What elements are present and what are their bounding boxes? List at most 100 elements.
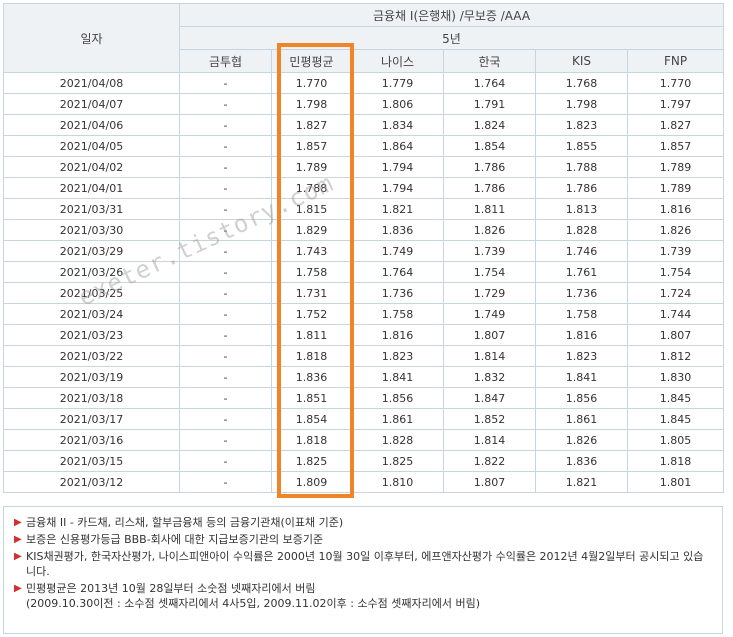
- korea-cell: 1.811: [443, 198, 536, 220]
- fnp-cell: 1.754: [626, 261, 725, 283]
- rates-table: 일자 금융채 I(은행채) /무보증 /AAA 5년 금투협 민평평균 나이스 …: [3, 3, 725, 493]
- bullet-icon: ▶: [14, 583, 22, 594]
- table-row: 2021/03/31-1.815 1.821 1.811 1.813 1.816: [3, 198, 725, 220]
- kofia-cell: -: [179, 198, 272, 220]
- kofia-cell: -: [179, 282, 272, 304]
- fnp-cell: 1.812: [626, 345, 725, 367]
- average-cell: 1.857: [271, 135, 352, 157]
- fnp-cell: 1.818: [626, 450, 725, 472]
- note-text: 금융채 II - 카드채, 리스채, 할부금융채 등의 금융기관채(이표채 기준…: [26, 516, 344, 529]
- nice-cell: 1.825: [351, 450, 444, 472]
- kis-cell: 1.836: [535, 450, 628, 472]
- kis-cell: 1.736: [535, 282, 628, 304]
- fnp-cell: 1.770: [626, 72, 725, 94]
- kofia-cell: -: [179, 177, 272, 199]
- nice-cell: 1.806: [351, 93, 444, 115]
- date-cell: 2021/03/18: [3, 387, 180, 409]
- table-row: 2021/03/12-1.809 1.810 1.807 1.821 1.801: [3, 471, 725, 493]
- nice-cell: 1.856: [351, 387, 444, 409]
- nice-cell: 1.864: [351, 135, 444, 157]
- notes-box: ▶ 금융채 II - 카드채, 리스채, 할부금융채 등의 금융기관채(이표채 …: [3, 506, 723, 634]
- group-header: 금융채 I(은행채) /무보증 /AAA: [178, 3, 725, 27]
- date-cell: 2021/03/12: [3, 471, 180, 493]
- korea-cell: 1.814: [443, 345, 536, 367]
- korea-cell: 1.824: [443, 114, 536, 136]
- table-body: 2021/04/08-1.770 1.779 1.764 1.768 1.770 2021…: [3, 72, 725, 493]
- kofia-cell: -: [179, 408, 272, 430]
- kis-cell: 1.828: [535, 219, 628, 241]
- kofia-cell: -: [179, 450, 272, 472]
- table-row: 2021/04/07-1.798 1.806 1.791 1.798 1.797: [3, 93, 725, 115]
- kis-cell: 1.855: [535, 135, 628, 157]
- date-cell: 2021/04/07: [3, 93, 180, 115]
- kis-cell: 1.856: [535, 387, 628, 409]
- kofia-cell: -: [179, 93, 272, 115]
- average-cell: 1.752: [271, 303, 352, 325]
- nice-cell: 1.758: [351, 303, 444, 325]
- average-cell: 1.818: [271, 429, 352, 451]
- date-cell: 2021/03/19: [3, 366, 180, 388]
- date-column-header: 일자: [3, 3, 180, 73]
- date-cell: 2021/03/22: [3, 345, 180, 367]
- average-cell: 1.798: [271, 93, 352, 115]
- korea-cell: 1.749: [443, 303, 536, 325]
- kofia-cell: -: [179, 387, 272, 409]
- korea-cell: 1.729: [443, 282, 536, 304]
- kis-cell: 1.786: [535, 177, 628, 199]
- table-row: 2021/03/18-1.851 1.856 1.847 1.856 1.845: [3, 387, 725, 409]
- korea-cell: 1.786: [443, 177, 536, 199]
- tenor-header: 5년: [178, 26, 725, 50]
- date-cell: 2021/03/17: [3, 408, 180, 430]
- average-cell: 1.731: [271, 282, 352, 304]
- kis-cell: 1.788: [535, 156, 628, 178]
- fnp-cell: 1.816: [626, 198, 725, 220]
- nice-cell: 1.841: [351, 366, 444, 388]
- korea-cell: 1.814: [443, 429, 536, 451]
- fnp-cell: 1.826: [626, 219, 725, 241]
- kofia-cell: -: [179, 345, 272, 367]
- kis-cell: 1.746: [535, 240, 628, 262]
- kis-cell: 1.861: [535, 408, 628, 430]
- korea-cell: 1.791: [443, 93, 536, 115]
- kis-cell: 1.798: [535, 93, 628, 115]
- average-cell: 1.809: [271, 471, 352, 493]
- nice-cell: 1.828: [351, 429, 444, 451]
- nice-cell: 1.794: [351, 156, 444, 178]
- bullet-icon: ▶: [14, 551, 22, 562]
- average-cell: 1.851: [271, 387, 352, 409]
- korea-cell: 1.822: [443, 450, 536, 472]
- column-header-korea: 한국: [443, 49, 536, 73]
- average-cell: 1.770: [271, 72, 352, 94]
- fnp-cell: 1.807: [626, 324, 725, 346]
- average-cell: 1.818: [271, 345, 352, 367]
- column-header-kofia: 금투협: [179, 49, 272, 73]
- korea-cell: 1.832: [443, 366, 536, 388]
- table-row: 2021/04/06-1.827 1.834 1.824 1.823 1.827: [3, 114, 725, 136]
- fnp-cell: 1.830: [626, 366, 725, 388]
- korea-cell: 1.739: [443, 240, 536, 262]
- table-row: 2021/03/22-1.818 1.823 1.814 1.823 1.812: [3, 345, 725, 367]
- nice-cell: 1.823: [351, 345, 444, 367]
- date-cell: 2021/03/15: [3, 450, 180, 472]
- date-cell: 2021/03/30: [3, 219, 180, 241]
- note-text: 민평평균은 2013년 10월 28일부터 소숫점 넷째자리에서 버림: [26, 582, 316, 595]
- korea-cell: 1.852: [443, 408, 536, 430]
- fnp-cell: 1.827: [626, 114, 725, 136]
- average-cell: 1.825: [271, 450, 352, 472]
- kofia-cell: -: [179, 324, 272, 346]
- nice-cell: 1.821: [351, 198, 444, 220]
- column-header-kis: KIS: [535, 49, 628, 73]
- korea-cell: 1.854: [443, 135, 536, 157]
- fnp-cell: 1.724: [626, 282, 725, 304]
- korea-cell: 1.807: [443, 324, 536, 346]
- average-cell: 1.788: [271, 177, 352, 199]
- date-cell: 2021/04/05: [3, 135, 180, 157]
- nice-cell: 1.779: [351, 72, 444, 94]
- bullet-icon: ▶: [14, 534, 22, 545]
- average-cell: 1.811: [271, 324, 352, 346]
- note-text: KIS채권평가, 한국자산평가, 나이스피앤아이 수익률은 2000년 10월 …: [26, 550, 704, 578]
- table-row: 2021/03/19-1.836 1.841 1.832 1.841 1.830: [3, 366, 725, 388]
- table-row: 2021/04/01-1.788 1.794 1.786 1.786 1.789: [3, 177, 725, 199]
- note-item: ▶ 금융채 II - 카드채, 리스채, 할부금융채 등의 금융기관채(이표채 …: [14, 515, 712, 530]
- kofia-cell: -: [179, 429, 272, 451]
